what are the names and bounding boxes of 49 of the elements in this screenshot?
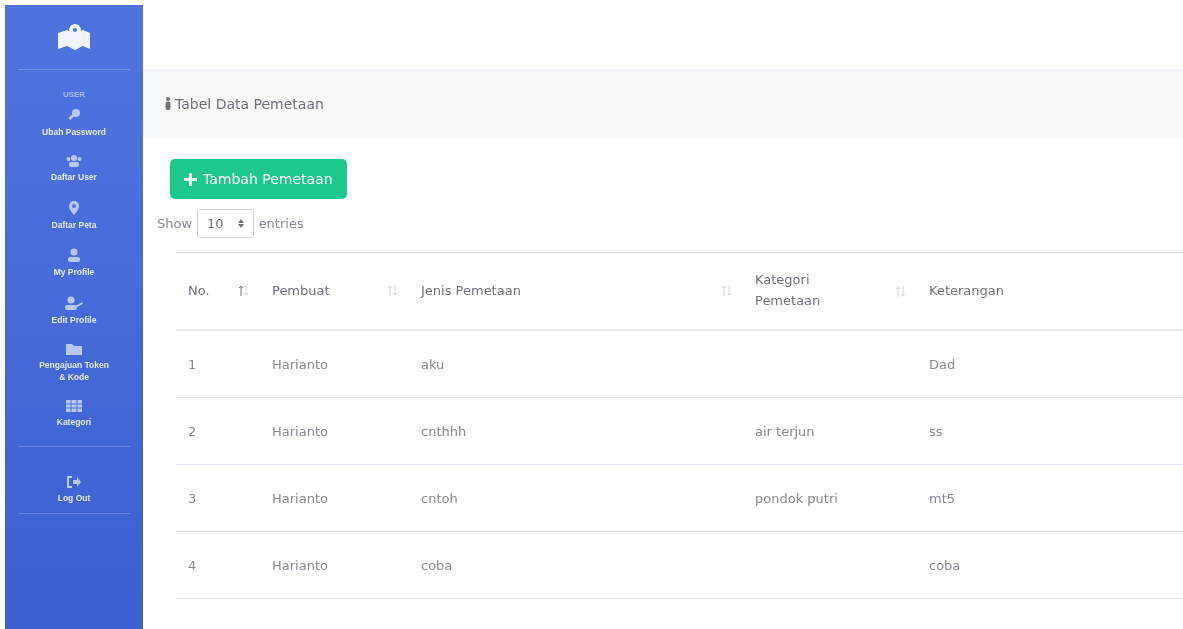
table-cell: 4	[188, 557, 197, 573]
table-cell: cnthhh	[421, 423, 467, 439]
table-cell: 3	[188, 490, 197, 506]
sidebar-item[interactable]: Pengajuan Token & Kode	[33, 340, 115, 387]
table-cell: aku	[421, 356, 445, 372]
caret-icon	[237, 219, 244, 228]
table-cell: Harianto	[272, 490, 328, 506]
user-icon	[68, 248, 80, 263]
table-cell: coba	[929, 557, 961, 573]
table-cell: mt5	[929, 490, 956, 506]
sidebar-heading: USER	[62, 90, 86, 99]
page-title: Tabel Data Pemetaan	[165, 96, 324, 112]
table-cell: ss	[929, 423, 943, 439]
sidebar-item[interactable]: Kategori	[33, 397, 115, 432]
plus-icon	[184, 172, 197, 186]
map-pin-icon	[68, 200, 80, 215]
table-cell: Harianto	[272, 557, 328, 573]
sidebar-item[interactable]: Ubah Password	[33, 105, 115, 142]
sidebar-item[interactable]: Daftar Peta	[33, 197, 115, 235]
key-icon	[67, 108, 81, 122]
column-header[interactable]: No.	[188, 280, 210, 302]
entries-select[interactable]: 10	[197, 209, 254, 238]
user-edit-icon	[65, 295, 83, 310]
person-icon	[165, 97, 171, 110]
length-label: Show	[157, 216, 193, 231]
table-cell: coba	[421, 557, 453, 573]
column-header[interactable]: Jenis Pemetaan	[421, 280, 521, 302]
table-cell: Harianto	[272, 423, 328, 439]
table-cell: air terjun	[755, 423, 815, 439]
table-cell: 2	[188, 423, 197, 439]
sidebar-item[interactable]: Edit Profile	[33, 292, 115, 330]
column-header[interactable]: Kategori Pemetaan	[755, 270, 865, 312]
sidebar-item[interactable]: My Profile	[33, 245, 115, 282]
column-header[interactable]: Pembuat	[272, 280, 330, 302]
sort-icon[interactable]	[239, 285, 248, 297]
sidebar-item[interactable]: Daftar User	[33, 152, 115, 187]
table-cell: Harianto	[272, 356, 328, 372]
table-cell: Dad	[929, 356, 956, 372]
column-header[interactable]: Keterangan	[929, 280, 1004, 302]
table-cell: cntoh	[421, 490, 458, 506]
table-icon	[66, 400, 82, 413]
table-cell: 1	[188, 356, 197, 372]
users-icon	[65, 155, 83, 168]
sidebar-item[interactable]: Log Out	[33, 472, 115, 508]
folder-icon	[66, 343, 82, 356]
length-label: entries	[258, 216, 304, 231]
logout-icon	[67, 475, 81, 488]
table-cell: pondok putri	[755, 490, 838, 506]
map-logo-icon	[56, 23, 92, 51]
